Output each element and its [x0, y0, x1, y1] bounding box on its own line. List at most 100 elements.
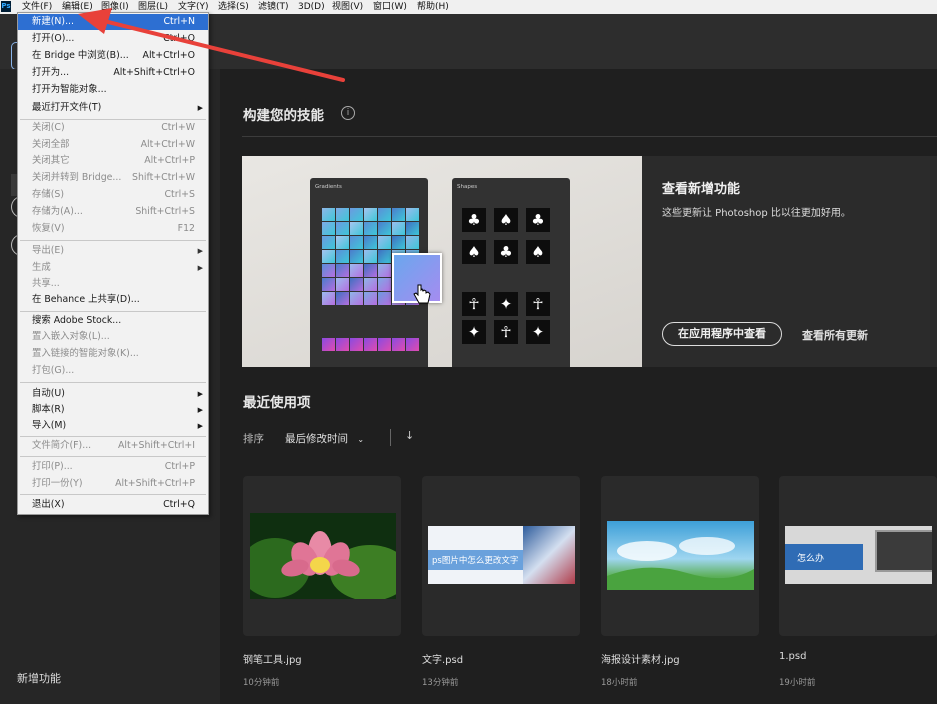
- gradient-swatch: [406, 236, 419, 249]
- menu-item-file-info[interactable]: 文件简介(F)... Alt+Shift+Ctrl+I: [18, 438, 208, 454]
- menu-separator: [20, 240, 206, 241]
- menu-item-scripts[interactable]: 脚本(R) ▶: [18, 402, 208, 418]
- gradient-swatch: [378, 292, 391, 305]
- menu-item-place-linked[interactable]: 置入链接的智能对象(K)...: [18, 346, 208, 362]
- hand-cursor-icon: [413, 284, 431, 304]
- shape-thumbnail-icon: ♣: [462, 208, 486, 232]
- home-content: 构建您的技能 i Gradients Shapes ♣ ♠ ♣ ♠ ♣ ♠ ☥ ✦ ☥ ✦ ☥ ✦ 查…: [220, 69, 937, 704]
- menu-item-automate[interactable]: 自动(U) ▶: [18, 386, 208, 402]
- submenu-arrow-icon: ▶: [197, 247, 203, 255]
- menu-item-close[interactable]: 关闭(C) Ctrl+W: [18, 120, 208, 136]
- file-time: 19小时前: [779, 678, 816, 688]
- whats-new-banner: Gradients Shapes ♣ ♠ ♣ ♠ ♣ ♠ ☥ ✦ ☥ ✦ ☥ ✦ 查看新增功能 这些更…: [242, 156, 937, 367]
- menu-item-print[interactable]: 打印(P)... Ctrl+P: [18, 459, 208, 475]
- file-name[interactable]: 1.psd: [779, 651, 806, 662]
- thumb-text: 怎么办: [797, 554, 825, 564]
- gradient-swatch: [322, 222, 335, 235]
- menu-item-save-as[interactable]: 存储为(A)... Shift+Ctrl+S: [18, 204, 208, 220]
- shapes-panel-title: Shapes: [457, 184, 478, 190]
- shape-thumbnail-icon: ☥: [526, 292, 550, 316]
- shape-thumbnail-icon: ♣: [494, 240, 518, 264]
- gradient-swatch: [322, 278, 335, 291]
- recent-file-card[interactable]: [243, 476, 401, 636]
- menu-item-open-as[interactable]: 打开为... Alt+Shift+Ctrl+O: [18, 65, 208, 81]
- menu-select[interactable]: 选择(S): [218, 0, 249, 14]
- menu-item-open[interactable]: 打开(O)... Ctrl+O: [18, 31, 208, 47]
- photoshop-logo-icon: Ps: [1, 1, 11, 12]
- gradient-swatch: [378, 278, 391, 291]
- banner-heading: 查看新增功能: [662, 182, 741, 197]
- menu-filter[interactable]: 滤镜(T): [258, 0, 289, 14]
- menu-item-share[interactable]: 共享...: [18, 276, 208, 292]
- menu-help[interactable]: 帮助(H): [417, 0, 449, 14]
- gradient-swatch: [322, 264, 335, 277]
- menu-item-generate[interactable]: 生成 ▶: [18, 260, 208, 276]
- menu-item-search-adobe-stock[interactable]: 搜索 Adobe Stock...: [18, 313, 208, 329]
- gradient-swatch: [336, 338, 349, 351]
- chevron-down-icon: ⌄: [357, 435, 365, 444]
- recent-file-card[interactable]: 怎么办: [779, 476, 937, 636]
- gradient-swatch: [336, 292, 349, 305]
- menu-item-revert[interactable]: 恢复(V) F12: [18, 221, 208, 237]
- gradient-swatch: [406, 338, 419, 351]
- menu-item-import[interactable]: 导入(M) ▶: [18, 418, 208, 434]
- submenu-arrow-icon: ▶: [197, 406, 203, 414]
- menu-item-save[interactable]: 存储(S) Ctrl+S: [18, 187, 208, 203]
- view-all-updates-link[interactable]: 查看所有更新: [802, 327, 868, 343]
- gradient-swatch: [378, 236, 391, 249]
- gradient-swatch: [392, 208, 405, 221]
- recent-title: 最近使用项: [243, 395, 311, 411]
- file-name[interactable]: 海报设计素材.jpg: [601, 651, 680, 666]
- menu-item-print-one-copy[interactable]: 打印一份(Y) Alt+Shift+Ctrl+P: [18, 476, 208, 492]
- submenu-arrow-icon: ▶: [197, 422, 203, 430]
- menu-item-share-behance[interactable]: 在 Behance 上共享(D)...: [18, 292, 208, 308]
- file-time: 10分钟前: [243, 678, 280, 688]
- menu-separator: [20, 311, 206, 312]
- shape-thumbnail-icon: ♠: [462, 240, 486, 264]
- menu-separator: [20, 494, 206, 495]
- whats-new-link[interactable]: 新增功能: [17, 670, 61, 686]
- gradient-swatch: [378, 250, 391, 263]
- menu-item-open-smart-object[interactable]: 打开为智能对象...: [18, 82, 208, 98]
- skills-title: 构建您的技能: [243, 108, 324, 124]
- gradient-swatch: [350, 264, 363, 277]
- menu-item-package[interactable]: 打包(G)...: [18, 363, 208, 379]
- menu-item-exit[interactable]: 退出(X) Ctrl+Q: [18, 497, 208, 513]
- view-in-app-button[interactable]: 在应用程序中查看: [662, 322, 782, 346]
- banner-image: Gradients Shapes ♣ ♠ ♣ ♠ ♣ ♠ ☥ ✦ ☥ ✦ ☥ ✦: [242, 156, 642, 367]
- shape-thumbnail-icon: ♠: [494, 208, 518, 232]
- menu-separator: [20, 382, 206, 383]
- menu-3d[interactable]: 3D(D): [298, 0, 325, 14]
- submenu-arrow-icon: ▶: [197, 104, 203, 112]
- shape-thumbnail-icon: ♠: [526, 240, 550, 264]
- gradient-swatch: [322, 208, 335, 221]
- menu-view[interactable]: 视图(V): [332, 0, 363, 14]
- menu-item-close-all[interactable]: 关闭全部 Alt+Ctrl+W: [18, 137, 208, 153]
- menu-item-close-others[interactable]: 关闭其它 Alt+Ctrl+P: [18, 153, 208, 169]
- menu-item-place-embedded[interactable]: 置入嵌入对象(L)...: [18, 329, 208, 345]
- file-time: 18小时前: [601, 678, 638, 688]
- gradient-swatch: [364, 208, 377, 221]
- gradient-swatch: [364, 264, 377, 277]
- sort-direction-button[interactable]: ↓: [405, 429, 414, 442]
- gradient-swatch: [406, 208, 419, 221]
- landscape-image: [607, 537, 754, 590]
- gradient-swatch: [336, 236, 349, 249]
- menu-item-close-go-bridge[interactable]: 关闭并转到 Bridge... Shift+Ctrl+W: [18, 170, 208, 186]
- sort-dropdown[interactable]: 最后修改时间 ⌄: [285, 431, 364, 446]
- gradient-swatch: [322, 250, 335, 263]
- menu-item-recent-files[interactable]: 最近打开文件(T) ▶: [18, 100, 208, 116]
- info-icon[interactable]: i: [341, 106, 355, 120]
- recent-file-card[interactable]: ps图片中怎么更改文字: [422, 476, 580, 636]
- file-time: 13分钟前: [422, 678, 459, 688]
- menu-item-browse-bridge[interactable]: 在 Bridge 中浏览(B)... Alt+Ctrl+O: [18, 48, 208, 64]
- menu-item-new[interactable]: 新建(N)... Ctrl+N: [18, 14, 208, 30]
- file-name[interactable]: 文字.psd: [422, 651, 463, 666]
- recent-file-card[interactable]: [601, 476, 759, 636]
- menu-item-export[interactable]: 导出(E) ▶: [18, 243, 208, 259]
- shape-thumbnail-icon: ✦: [462, 320, 486, 344]
- gradient-swatch: [364, 338, 377, 351]
- menu-window[interactable]: 窗口(W): [373, 0, 407, 14]
- file-name[interactable]: 钢笔工具.jpg: [243, 651, 302, 666]
- gradient-swatch: [378, 338, 391, 351]
